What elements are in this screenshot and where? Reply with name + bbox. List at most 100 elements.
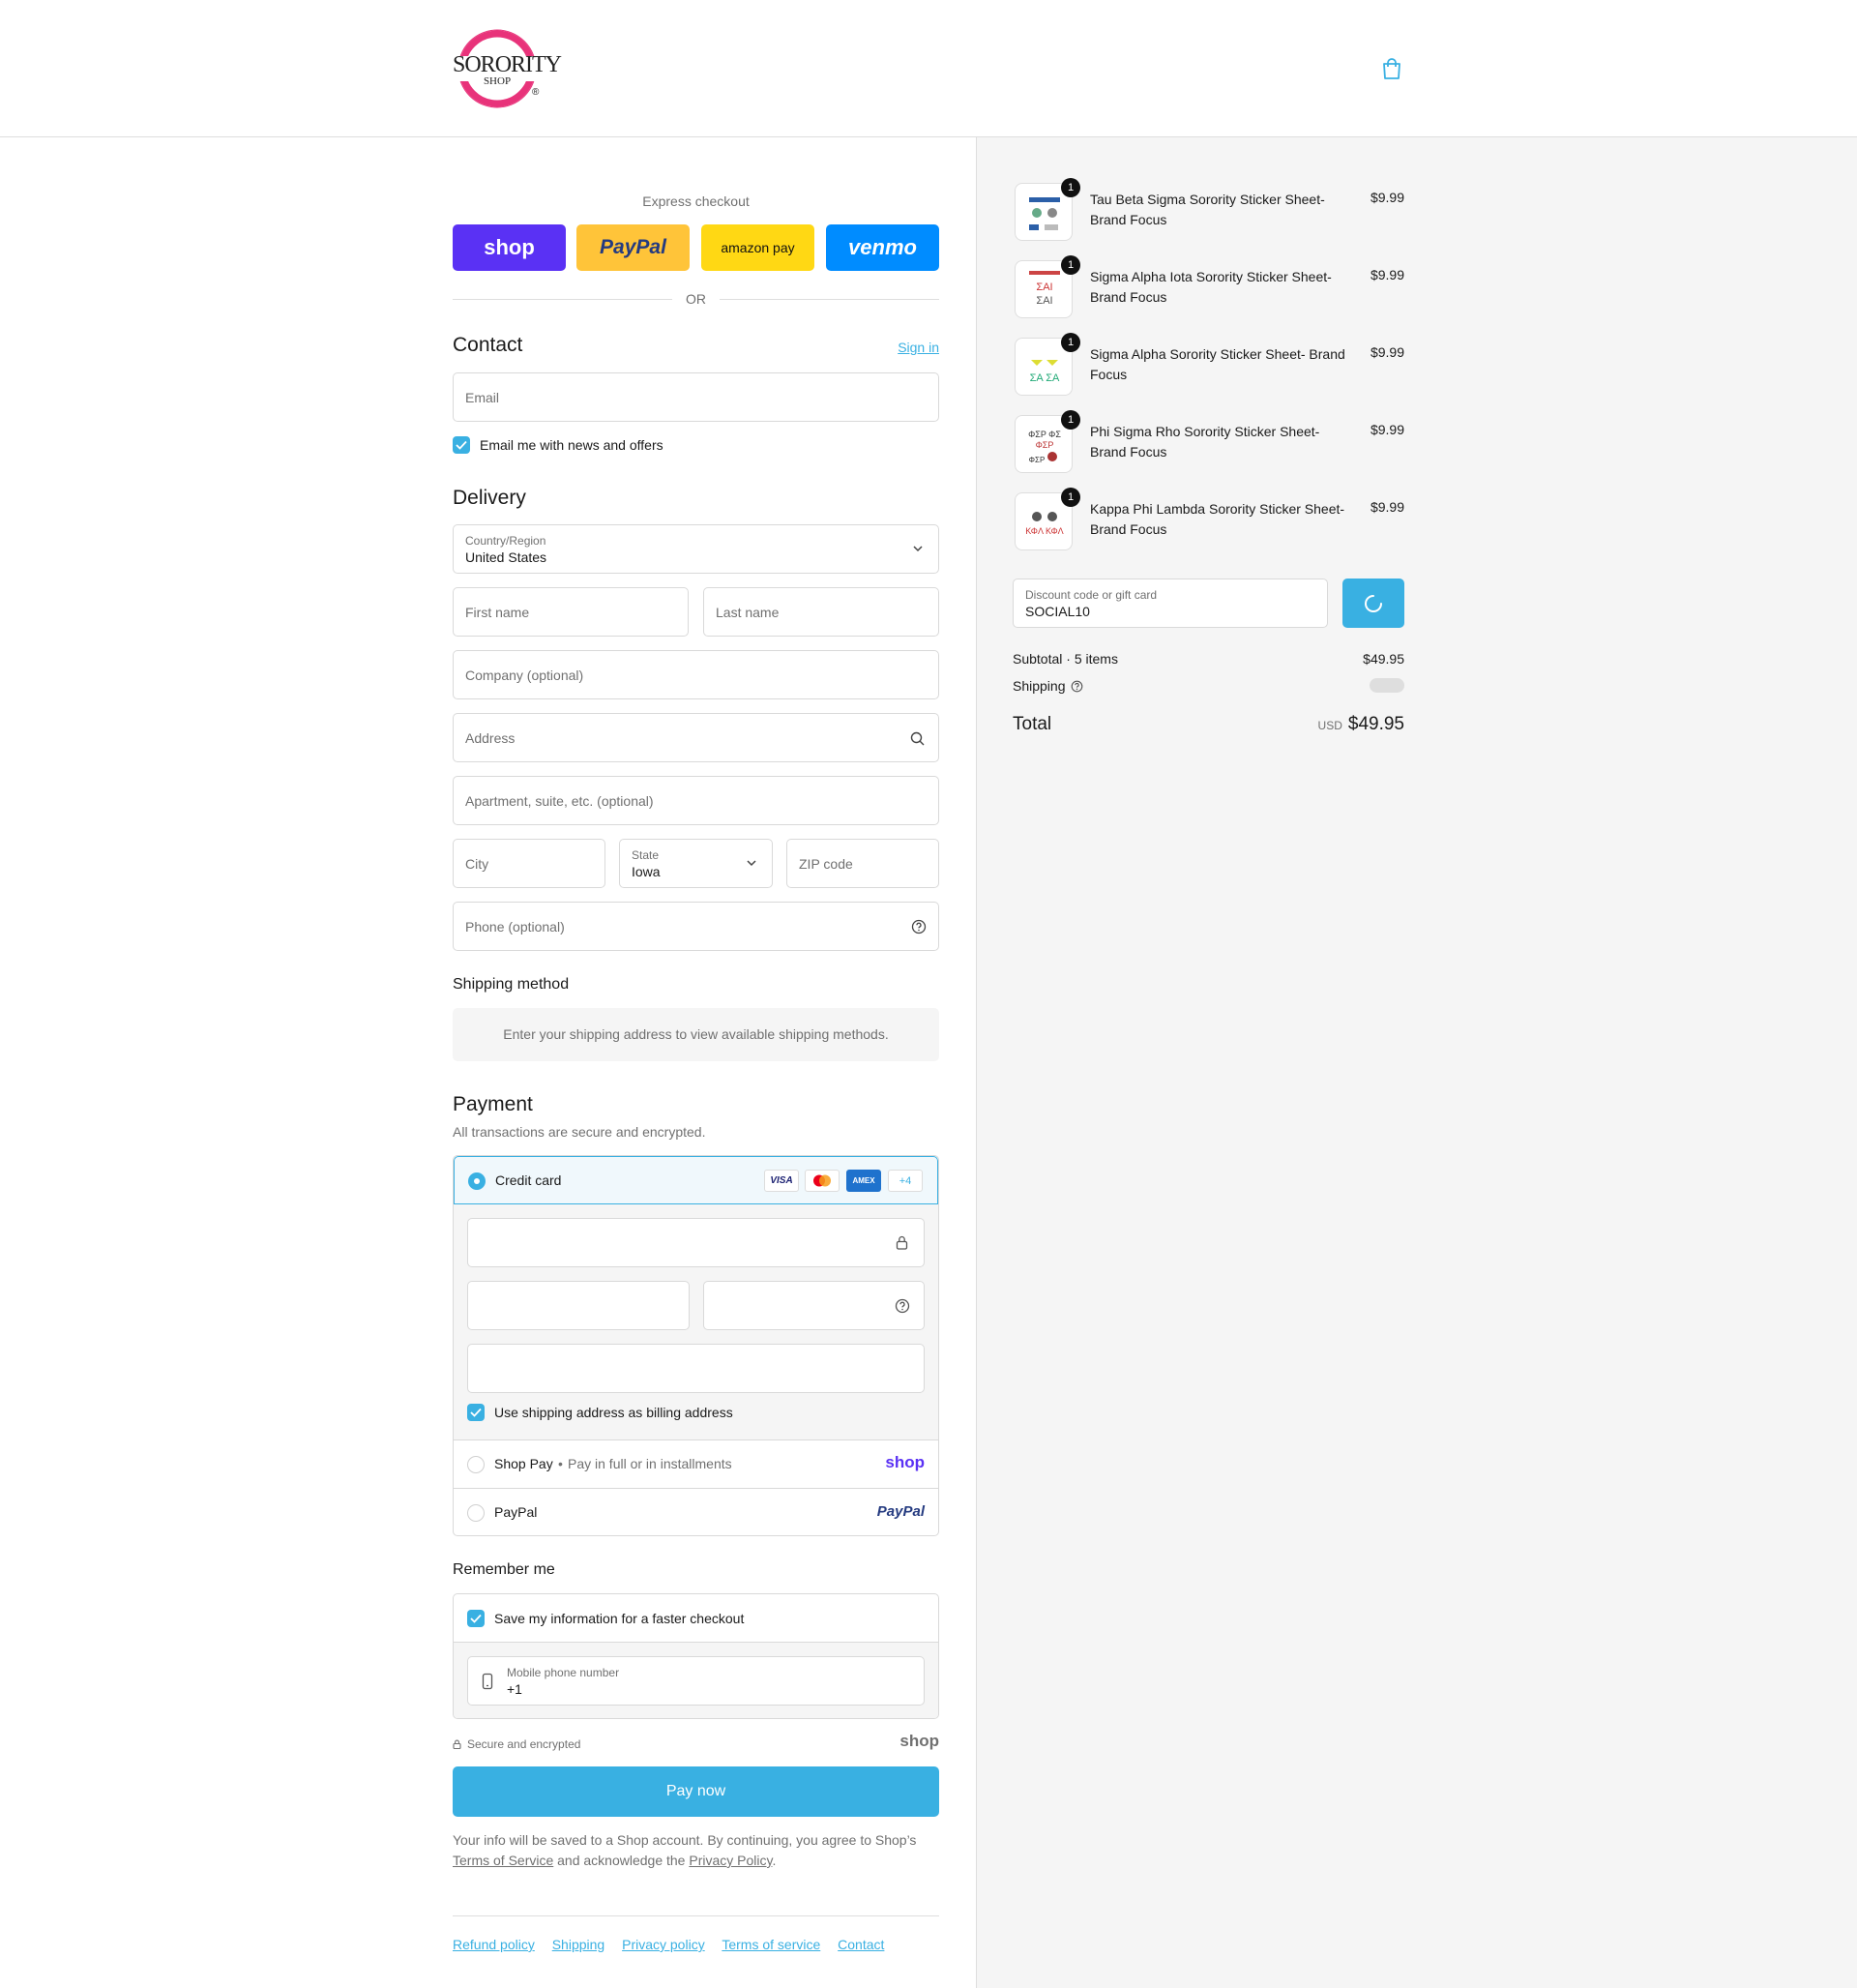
shop-pay-express-button[interactable]: shop <box>453 224 566 271</box>
shopping-bag-icon[interactable] <box>1381 57 1402 80</box>
save-info-checkbox[interactable] <box>467 1610 485 1627</box>
country-label: Country/Region <box>465 534 546 548</box>
quantity-badge: 1 <box>1061 255 1080 275</box>
credit-card-label: Credit card <box>495 1172 562 1188</box>
quantity-badge: 1 <box>1061 488 1080 507</box>
item-price: $9.99 <box>1370 344 1404 360</box>
total-label: Total <box>1013 714 1052 734</box>
lock-icon <box>896 1235 908 1250</box>
delivery-title: Delivery <box>453 487 526 509</box>
item-price: $9.99 <box>1370 267 1404 282</box>
expiration-date-field[interactable] <box>467 1281 690 1330</box>
credit-card-option[interactable]: Credit card VISA AMEX +4 <box>454 1156 938 1204</box>
company-placeholder: Company (optional) <box>465 668 584 683</box>
legal-text: Your info will be saved to a Shop accoun… <box>453 1830 939 1871</box>
discount-code-field[interactable]: Discount code or gift card SOCIAL10 <box>1013 579 1328 628</box>
name-on-card-field[interactable] <box>467 1344 925 1393</box>
legal-text-part-1: Your info will be saved to a Shop accoun… <box>453 1832 917 1848</box>
apply-discount-button[interactable] <box>1342 579 1404 628</box>
privacy-policy-footer-link[interactable]: Privacy policy <box>622 1937 705 1952</box>
apartment-field[interactable]: Apartment, suite, etc. (optional) <box>453 776 939 825</box>
paypal-express-button[interactable]: PayPal <box>576 224 690 271</box>
checkmark-icon <box>456 440 467 450</box>
shop-pay-bullet: • <box>558 1456 563 1471</box>
state-value: Iowa <box>632 864 661 879</box>
help-circle-icon[interactable] <box>895 1298 910 1314</box>
shop-pay-option[interactable]: Shop Pay • Pay in full or in installment… <box>454 1439 938 1488</box>
item-price: $9.99 <box>1370 422 1404 437</box>
header: SORORITY SHOP ® <box>0 0 1857 137</box>
state-select[interactable]: State Iowa <box>619 839 773 888</box>
more-cards-badge: +4 <box>888 1170 923 1192</box>
amazon-pay-express-button[interactable]: amazon pay <box>701 224 814 271</box>
item-price: $9.99 <box>1370 190 1404 205</box>
last-name-field[interactable]: Last name <box>703 587 939 637</box>
mobile-phone-field[interactable]: Mobile phone number +1 <box>467 1656 925 1706</box>
newsletter-label: Email me with news and offers <box>480 437 663 453</box>
shipping-policy-link[interactable]: Shipping <box>552 1937 605 1952</box>
paypal-radio[interactable] <box>467 1504 485 1522</box>
logo-text-bottom: SHOP <box>483 75 512 87</box>
or-divider: OR <box>453 289 939 309</box>
city-field[interactable]: City <box>453 839 605 888</box>
venmo-express-label: venmo <box>848 235 917 259</box>
city-placeholder: City <box>465 856 489 872</box>
pay-now-button[interactable]: Pay now <box>453 1766 939 1817</box>
paypal-option[interactable]: PayPal PayPal <box>454 1488 938 1535</box>
or-text: OR <box>686 291 706 307</box>
privacy-policy-link[interactable]: Privacy Policy <box>689 1853 772 1868</box>
credit-card-radio[interactable] <box>468 1172 486 1190</box>
discount-code-label: Discount code or gift card <box>1025 588 1158 602</box>
email-field[interactable]: Email <box>453 372 939 422</box>
item-name: Sigma Alpha Sorority Sticker Sheet- Bran… <box>1090 346 1345 382</box>
line-item: ΚΦΛ ΚΦΛ 1 Kappa Phi Lambda Sorority Stic… <box>1013 488 1404 550</box>
zip-field[interactable]: ZIP code <box>786 839 939 888</box>
company-field[interactable]: Company (optional) <box>453 650 939 699</box>
phone-field[interactable]: Phone (optional) <box>453 902 939 951</box>
shop-pay-label: Shop Pay <box>494 1456 553 1471</box>
phone-placeholder: Phone (optional) <box>465 919 565 935</box>
amex-icon: AMEX <box>846 1170 881 1192</box>
item-name: Sigma Alpha Iota Sorority Sticker Sheet-… <box>1090 269 1332 305</box>
svg-text:ΣΑ ΣΑ: ΣΑ ΣΑ <box>1030 372 1060 384</box>
save-info-label: Save my information for a faster checkou… <box>494 1611 745 1626</box>
footer-divider <box>453 1915 939 1916</box>
item-name: Kappa Phi Lambda Sorority Sticker Sheet-… <box>1090 501 1345 537</box>
venmo-express-button[interactable]: venmo <box>826 224 939 271</box>
quantity-badge: 1 <box>1061 178 1080 197</box>
billing-address-checkbox[interactable] <box>467 1404 485 1421</box>
shop-pay-radio[interactable] <box>467 1456 485 1473</box>
billing-address-label: Use shipping address as billing address <box>494 1405 733 1420</box>
contact-link[interactable]: Contact <box>838 1937 884 1952</box>
shipping-method-notice: Enter your shipping address to view avai… <box>453 1008 939 1061</box>
newsletter-checkbox[interactable] <box>453 436 470 454</box>
quantity-badge: 1 <box>1061 410 1080 430</box>
line-item: ΦΣΡ ΦΣ ΦΣΡ ΦΣΡ 1 Phi Sigma Rho Sorority St… <box>1013 410 1404 473</box>
mobile-phone-section: Mobile phone number +1 <box>454 1642 938 1718</box>
credit-card-form: Use shipping address as billing address <box>454 1204 938 1439</box>
lock-icon <box>453 1739 461 1749</box>
zip-placeholder: ZIP code <box>799 856 853 872</box>
terms-of-service-link[interactable]: Terms of Service <box>453 1853 553 1868</box>
sign-in-link[interactable]: Sign in <box>898 340 939 355</box>
terms-of-service-footer-link[interactable]: Terms of service <box>722 1937 820 1952</box>
country-select[interactable]: Country/Region United States <box>453 524 939 574</box>
help-circle-icon[interactable] <box>1071 680 1083 693</box>
shop-logo: shop <box>885 1453 925 1471</box>
checkmark-icon <box>470 1614 482 1623</box>
sorority-shop-logo[interactable]: SORORITY SHOP ® <box>453 29 562 108</box>
paypal-express-label: PayPal <box>600 236 666 258</box>
checkmark-icon <box>470 1408 482 1417</box>
help-circle-icon[interactable] <box>911 919 927 935</box>
logo-text-top: SORORITY <box>453 52 562 77</box>
first-name-field[interactable]: First name <box>453 587 689 637</box>
svg-text:ΣΑΙ: ΣΑΙ <box>1036 295 1052 307</box>
card-number-field[interactable] <box>467 1218 925 1267</box>
mobile-phone-icon <box>482 1673 493 1690</box>
security-code-field[interactable] <box>703 1281 925 1330</box>
remember-me-box: Save my information for a faster checkou… <box>453 1593 939 1719</box>
refund-policy-link[interactable]: Refund policy <box>453 1937 535 1952</box>
address-field[interactable]: Address <box>453 713 939 762</box>
svg-text:ΣΑΙ: ΣΑΙ <box>1036 282 1052 293</box>
visa-icon: VISA <box>764 1170 799 1192</box>
